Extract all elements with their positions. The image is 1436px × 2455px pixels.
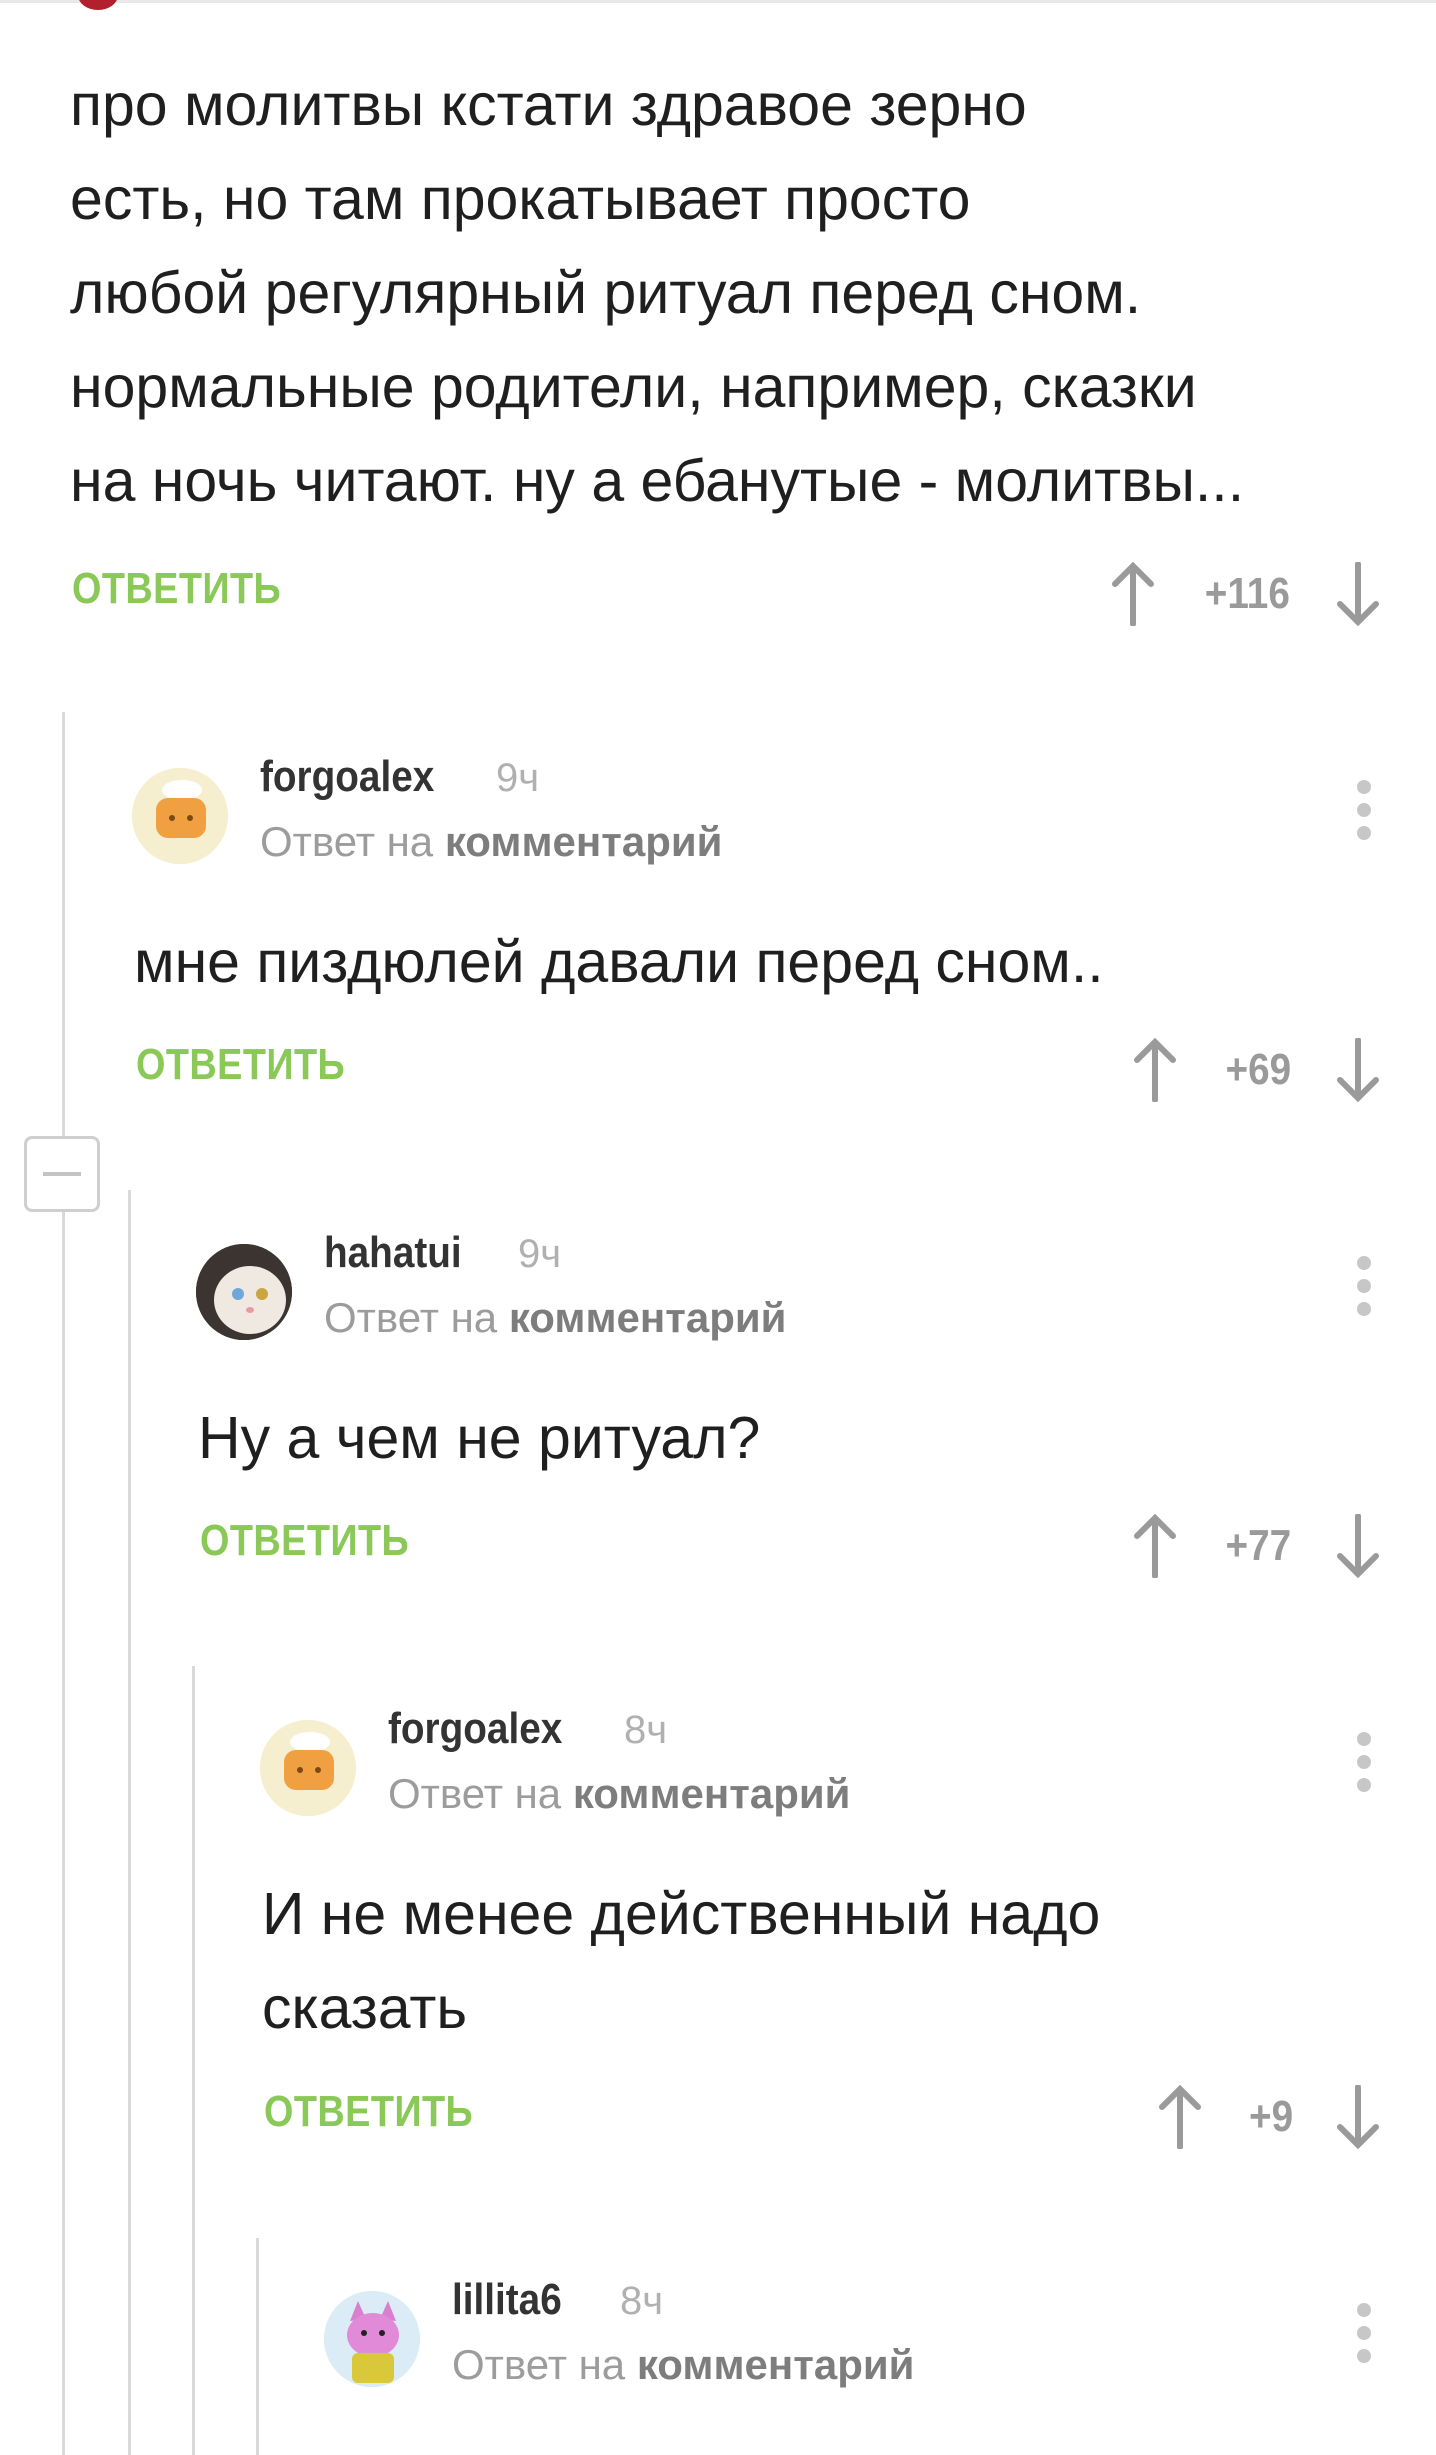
arrow-up-icon[interactable] (1158, 2085, 1202, 2149)
timestamp: 8ч (620, 2279, 664, 2323)
arrow-down-icon[interactable] (1336, 562, 1380, 626)
avatar[interactable] (324, 2291, 420, 2387)
cat-avatar-icon (196, 1244, 292, 1340)
thread-line-level-1 (62, 712, 65, 2455)
score: +69 (1225, 1045, 1292, 1094)
reply-button[interactable]: ОТВЕТИТЬ (72, 564, 281, 614)
author-name[interactable]: forgoalex (388, 1704, 562, 1754)
chef-avatar-icon (132, 768, 228, 864)
avatar[interactable] (260, 1720, 356, 1816)
vote-controls: +77 (1133, 1506, 1380, 1586)
author-name[interactable]: forgoalex (260, 752, 434, 802)
kebab-menu-icon[interactable] (1354, 780, 1374, 840)
arrow-up-icon[interactable] (1111, 562, 1155, 626)
score: +77 (1225, 1521, 1292, 1570)
score: +116 (1205, 569, 1291, 618)
arrow-up-icon[interactable] (1133, 1038, 1177, 1102)
reply-button[interactable]: ОТВЕТИТЬ (200, 1516, 409, 1566)
kebab-menu-icon[interactable] (1354, 2303, 1374, 2363)
reply-to-prefix: Ответ на (324, 1294, 498, 1341)
reply-to-link[interactable]: комментарий (573, 1770, 851, 1817)
vote-controls: +9 (1158, 2077, 1380, 2157)
vote-controls: +116 (1111, 554, 1380, 634)
chef-avatar-icon (260, 1720, 356, 1816)
timestamp: 8ч (624, 1708, 668, 1752)
kebab-menu-icon[interactable] (1354, 1256, 1374, 1316)
timestamp: 9ч (496, 756, 540, 800)
arrow-down-icon[interactable] (1336, 2085, 1380, 2149)
arrow-down-icon[interactable] (1336, 1514, 1380, 1578)
reply-to-link[interactable]: комментарий (445, 818, 723, 865)
comment-body: про молитвы кстати здравое зерно есть, н… (70, 72, 1245, 514)
vote-controls: +69 (1133, 1030, 1380, 1110)
collapse-thread-button[interactable] (24, 1136, 100, 1212)
partial-avatar (78, 0, 118, 10)
collapse-icon (43, 1172, 81, 1176)
reply-button[interactable]: ОТВЕТИТЬ (264, 2087, 473, 2137)
reply-to-prefix: Ответ на (388, 1770, 562, 1817)
thread-line-level-3 (192, 1666, 195, 2455)
kebab-menu-icon[interactable] (1354, 1732, 1374, 1792)
thread-line-level-2 (128, 1190, 131, 2455)
top-divider (0, 0, 1436, 3)
reply-to-line: Ответ на комментарий (324, 1294, 787, 1342)
reply-to-line: Ответ на комментарий (260, 818, 723, 866)
timestamp: 9ч (518, 1232, 562, 1276)
thread-line-level-4 (256, 2238, 259, 2455)
reply-to-line: Ответ на комментарий (388, 1770, 851, 1818)
reply-to-link[interactable]: комментарий (509, 1294, 787, 1341)
avatar[interactable] (196, 1244, 292, 1340)
comment-body: Ну а чем не ритуал? (198, 1405, 761, 1471)
arrow-down-icon[interactable] (1336, 1038, 1380, 1102)
reply-to-line: Ответ на комментарий (452, 2341, 915, 2389)
avatar[interactable] (132, 768, 228, 864)
pink-cat-avatar-icon (324, 2291, 420, 2387)
arrow-up-icon[interactable] (1133, 1514, 1177, 1578)
author-name[interactable]: hahatui (324, 1228, 462, 1278)
author-name[interactable]: lillita6 (452, 2275, 562, 2325)
comment-body: И не менее действенный надо сказать (262, 1881, 1101, 2041)
reply-button[interactable]: ОТВЕТИТЬ (136, 1040, 345, 1090)
comment-body: мне пиздюлей давали перед сном.. (134, 929, 1104, 995)
reply-to-prefix: Ответ на (452, 2341, 626, 2388)
reply-to-link[interactable]: комментарий (637, 2341, 915, 2388)
reply-to-prefix: Ответ на (260, 818, 434, 865)
score: +9 (1248, 2092, 1293, 2141)
